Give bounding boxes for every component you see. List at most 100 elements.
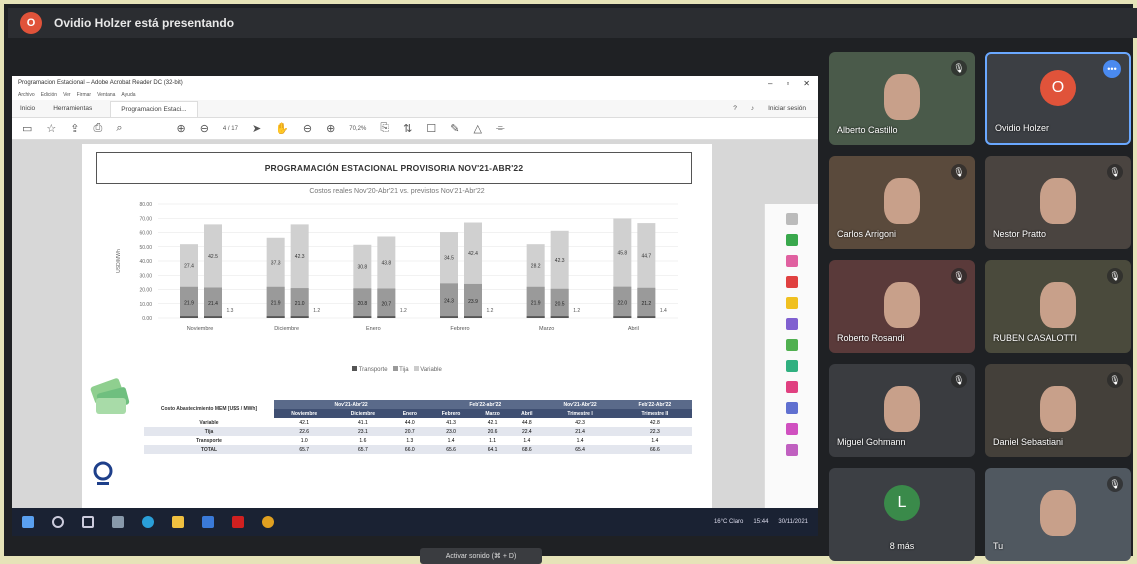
participant-tile[interactable]: 🎙 Carlos Arrigoni: [829, 156, 975, 249]
upload-icon[interactable]: ⇪: [70, 122, 79, 135]
zoom-out-icon[interactable]: ⊖: [303, 122, 312, 135]
bar-transporte: [204, 316, 222, 318]
comment-tool-icon[interactable]: [785, 297, 798, 309]
column-header: Marzo: [473, 409, 512, 418]
participant-name: Carlos Arrigoni: [837, 229, 897, 239]
windows-start-icon[interactable]: [22, 516, 34, 528]
signin-button[interactable]: Iniciar sesión: [768, 105, 806, 112]
weather-text[interactable]: 16°C Claro: [714, 519, 743, 525]
close-icon[interactable]: ✕: [803, 79, 810, 88]
help-icon[interactable]: ?: [733, 105, 737, 112]
bar-mid-label: 34.5: [444, 256, 454, 262]
protect-icon[interactable]: [785, 402, 798, 414]
table-cell: 23.1: [358, 428, 368, 435]
store-icon[interactable]: [202, 516, 214, 528]
bar-mid-label: 42.3: [555, 258, 565, 264]
menu-ventana[interactable]: Ventana: [97, 92, 115, 98]
participant-tile[interactable]: 🎙 Miguel Gohmann: [829, 364, 975, 457]
acrobat-icon[interactable]: [232, 516, 244, 528]
tab-document[interactable]: Programacion Estaci...: [110, 100, 198, 117]
edge-icon[interactable]: [142, 516, 154, 528]
bar-low-label: 21.9: [531, 300, 541, 306]
participant-tile[interactable]: 🎙 Daniel Sebastiani: [985, 364, 1131, 457]
comment-icon[interactable]: ☐: [426, 122, 436, 135]
table-cell: 42.3: [575, 419, 585, 426]
participant-tile[interactable]: 🎙 Nestor Pratto: [985, 156, 1131, 249]
zoom-tool-icon[interactable]: [785, 213, 798, 225]
participant-name: Tu: [993, 541, 1004, 551]
send-icon[interactable]: [785, 423, 798, 435]
bar-low-label: 24.3: [444, 299, 454, 305]
table-cell: 1.0: [300, 437, 308, 444]
hand-icon[interactable]: ✋: [275, 122, 289, 135]
fill-sign-icon[interactable]: [785, 381, 798, 393]
menu-edicion[interactable]: Edición: [41, 92, 57, 98]
participant-tile[interactable]: 🎙 RUBEN CASALOTTI: [985, 260, 1131, 353]
y-tick-label: 40.00: [139, 259, 152, 265]
clock-date[interactable]: 30/11/2021: [778, 519, 808, 525]
acrobat-toolbar: ▭ ☆ ⇪ ⎙ ⌕ ⊕ ⊖ 4 / 17 ➤ ✋ ⊖ ⊕ 70,2% ⎘ ⇅ ☐…: [12, 118, 818, 140]
combine-icon[interactable]: [785, 318, 798, 330]
search-icon[interactable]: ⌕: [116, 122, 122, 135]
table-cell: 1.4: [447, 437, 455, 444]
fit-page-icon[interactable]: ⎘: [380, 122, 389, 135]
export-pdf-icon[interactable]: [785, 234, 798, 246]
bar-low-label: 23.9: [468, 299, 478, 305]
participant-name: Daniel Sebastiani: [993, 437, 1064, 447]
print-icon[interactable]: ⎙: [94, 122, 103, 135]
legend-tija: Tija: [399, 367, 409, 373]
zoom-level[interactable]: 70,2%: [349, 126, 366, 132]
table-cell: 64.1: [487, 446, 498, 453]
bar-chart: 80.00 70.00 60.00 50.00 40.00 30.00 20.00 10.00…: [116, 202, 678, 332]
tab-inicio[interactable]: Inicio: [20, 105, 35, 112]
cursor-icon[interactable]: ➤: [252, 122, 261, 135]
sign-icon[interactable]: △: [473, 122, 481, 135]
create-pdf-icon[interactable]: [785, 276, 798, 288]
document-viewport[interactable]: PROGRAMACIÓN ESTACIONAL PROVISORIA NOV'2…: [12, 140, 818, 536]
page-up-icon[interactable]: ⊕: [176, 122, 185, 135]
participant-tile[interactable]: L 8 más: [829, 468, 975, 561]
clock-time[interactable]: 15:44: [753, 519, 768, 525]
page-counter[interactable]: 4 / 17: [223, 126, 238, 132]
unmute-hint[interactable]: Activar sonido (⌘ + D): [420, 548, 542, 564]
menu-ver[interactable]: Ver: [63, 92, 71, 98]
bar-mid-label: 37.3: [271, 260, 281, 266]
menu-firmar[interactable]: Firmar: [77, 92, 91, 98]
edit-pdf-icon[interactable]: [785, 255, 798, 267]
create-icon[interactable]: ▭: [22, 122, 32, 135]
presenting-banner: O Ovidio Holzer está presentando: [8, 8, 1137, 38]
column-header: Febrero: [428, 409, 474, 418]
participant-tile[interactable]: O ••• Ovidio Holzer: [985, 52, 1131, 145]
widgets-icon[interactable]: [112, 516, 124, 528]
participant-tile[interactable]: 🎙 Roberto Rosandi: [829, 260, 975, 353]
meeting-stage: O Ovidio Holzer está presentando Program…: [0, 0, 1137, 564]
participant-tile[interactable]: 🎙 Tu: [985, 468, 1131, 561]
menu-ayuda[interactable]: Ayuda: [121, 92, 135, 98]
organize-icon[interactable]: [785, 339, 798, 351]
file-explorer-icon[interactable]: [172, 516, 184, 528]
bell-icon[interactable]: ♪: [751, 105, 754, 112]
task-view-icon[interactable]: [82, 516, 94, 528]
more-options-icon[interactable]: •••: [1103, 60, 1121, 78]
more-tools-icon[interactable]: [785, 444, 798, 456]
participant-name: Miguel Gohmann: [837, 437, 906, 447]
compress-icon[interactable]: [785, 360, 798, 372]
minimize-icon[interactable]: –: [768, 79, 772, 88]
bar-low-label: 20.5: [555, 301, 565, 307]
zoom-in-icon[interactable]: ⊕: [326, 122, 335, 135]
star-icon[interactable]: ☆: [46, 122, 56, 135]
column-header: Diciembre: [334, 409, 392, 418]
bar-mid-label: 42.5: [208, 254, 218, 260]
chrome-icon[interactable]: [262, 516, 274, 528]
pen-icon[interactable]: ✎: [450, 122, 459, 135]
tab-herramientas[interactable]: Herramientas: [53, 105, 92, 112]
scroll-mode-icon[interactable]: ⇅: [403, 122, 412, 135]
menu-archivo[interactable]: Archivo: [18, 92, 35, 98]
y-tick-label: 10.00: [139, 302, 152, 308]
participant-tile[interactable]: 🎙 Alberto Castillo: [829, 52, 975, 145]
share-icon[interactable]: ⌯: [496, 122, 505, 135]
group-header: Feb'22-abr'22: [428, 400, 543, 409]
page-down-icon[interactable]: ⊖: [200, 122, 209, 135]
search-icon[interactable]: [52, 516, 64, 528]
maximize-icon[interactable]: ▫: [786, 79, 789, 88]
